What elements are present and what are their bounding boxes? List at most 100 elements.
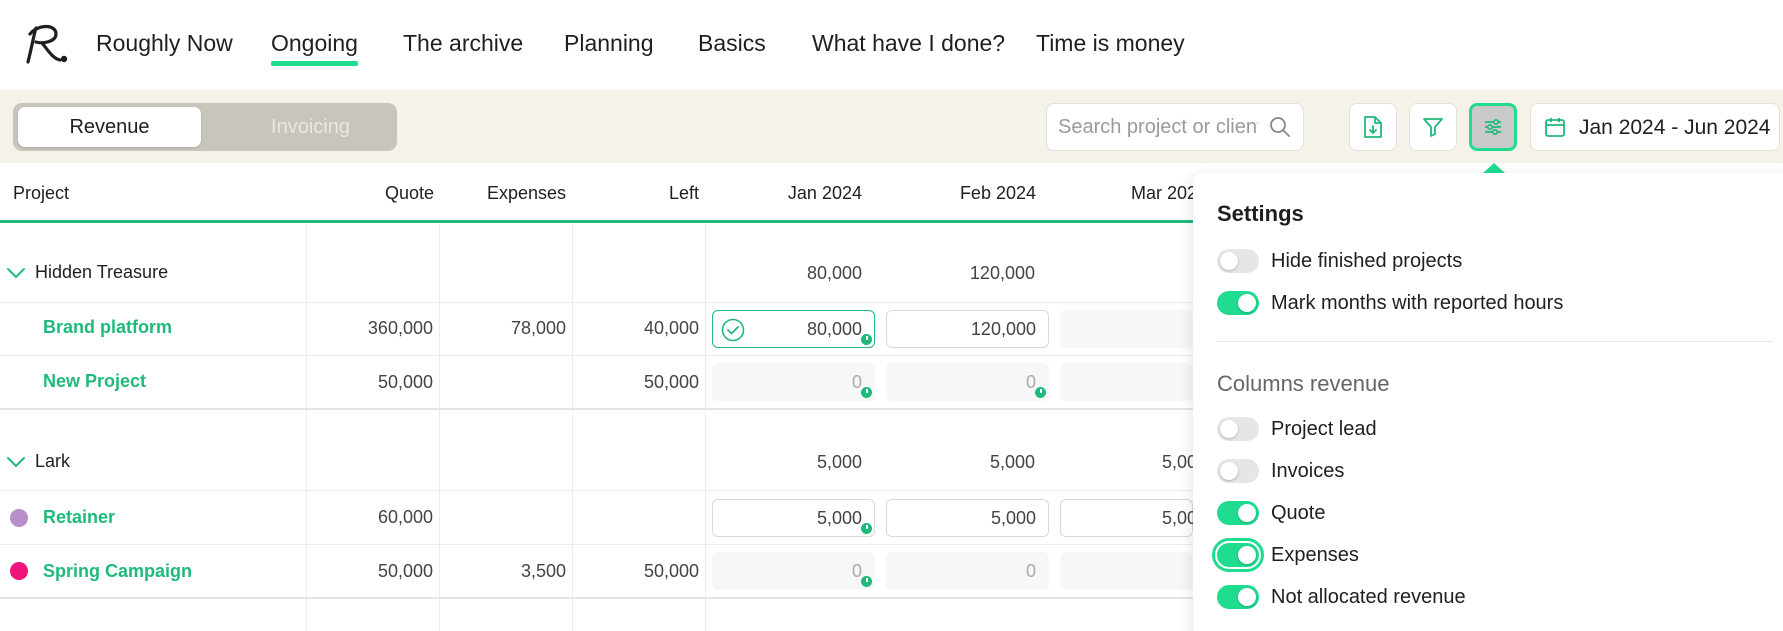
group-total-jan: 80,000: [806, 263, 862, 283]
clock-icon: [861, 387, 872, 398]
project-name-link[interactable]: Spring Campaign: [43, 561, 192, 582]
toggle-switch[interactable]: [1217, 459, 1259, 483]
client-name[interactable]: Lark: [35, 451, 70, 472]
revenue-tab[interactable]: Revenue: [18, 107, 201, 147]
column-divider: [705, 223, 706, 631]
toggle-invoices[interactable]: Invoices: [1217, 457, 1344, 485]
toggle-expenses[interactable]: Expenses: [1212, 538, 1359, 572]
cell-value: 0: [1025, 561, 1036, 581]
cell-value: 0: [1025, 372, 1036, 392]
toggle-label: Project lead: [1271, 417, 1377, 440]
column-divider: [306, 223, 307, 631]
column-header-jan-2024[interactable]: Jan 2024: [788, 183, 862, 204]
client-name[interactable]: Hidden Treasure: [35, 262, 168, 283]
nav-the-archive[interactable]: The archive: [403, 30, 523, 57]
cell-value: 5,000: [816, 508, 862, 528]
search-input[interactable]: [1058, 104, 1258, 150]
quote-value: 360,000: [367, 318, 433, 338]
toggle-switch[interactable]: [1217, 417, 1259, 441]
settings-popover: Settings Hide finished projects Mark mon…: [1193, 173, 1783, 631]
toggle-label: Expenses: [1271, 543, 1359, 566]
clock-icon: [861, 576, 872, 587]
toolbar: Revenue Invoicing Search project or clie…: [0, 90, 1783, 163]
revenue-cell-mar[interactable]: [1060, 363, 1193, 401]
nav-roughly-now[interactable]: Roughly Now: [96, 30, 233, 57]
app-logo[interactable]: [22, 22, 70, 66]
columns-revenue-heading: Columns revenue: [1217, 371, 1390, 396]
nav-ongoing[interactable]: Ongoing: [271, 30, 358, 66]
nav-planning[interactable]: Planning: [564, 30, 654, 57]
revenue-cell-jan[interactable]: 5,000: [712, 499, 875, 537]
revenue-cell-mar[interactable]: [1060, 310, 1193, 348]
left-value: 40,000: [643, 318, 699, 338]
revenue-cell-feb[interactable]: 0: [886, 363, 1049, 401]
toggle-label: Hide finished projects: [1271, 249, 1463, 272]
cell-value: 120,000: [970, 319, 1036, 339]
column-header-project[interactable]: Project: [13, 183, 69, 204]
revenue-cell-jan[interactable]: 80,000: [712, 310, 875, 348]
toggle-project-lead[interactable]: Project lead: [1217, 415, 1377, 443]
revenue-cell-mar[interactable]: 5,000: [1060, 499, 1207, 537]
toggle-switch[interactable]: [1217, 291, 1259, 315]
revenue-cell-feb[interactable]: 5,000: [886, 499, 1049, 537]
clock-icon: [1035, 387, 1046, 398]
search-icon[interactable]: [1269, 116, 1291, 138]
column-divider: [439, 223, 440, 631]
revenue-cell-jan[interactable]: 0: [712, 552, 875, 590]
settings-button[interactable]: [1469, 103, 1517, 151]
column-header-expenses[interactable]: Expenses: [487, 183, 566, 204]
toggle-label: Invoices: [1271, 459, 1345, 482]
chevron-down-icon[interactable]: [6, 455, 26, 469]
toggle-mark-months-reported-hours[interactable]: Mark months with reported hours: [1217, 289, 1563, 317]
cell-value: 80,000: [806, 319, 862, 339]
left-value: 50,000: [643, 561, 699, 581]
toggle-quote[interactable]: Quote: [1217, 499, 1325, 527]
group-total-feb: 5,000: [989, 452, 1035, 472]
chevron-down-icon[interactable]: [6, 266, 26, 280]
cell-value: 0: [851, 561, 862, 581]
column-header-left[interactable]: Left: [669, 183, 699, 204]
date-range-label: Jan 2024 - Jun 2024: [1579, 116, 1771, 139]
clock-icon: [861, 334, 872, 345]
left-value: 50,000: [643, 372, 699, 392]
quote-value: 60,000: [377, 507, 433, 527]
nav-what-have-i-done[interactable]: What have I done?: [812, 30, 1005, 57]
project-color-dot: [10, 509, 28, 527]
divider: [1217, 341, 1773, 342]
project-name-link[interactable]: Brand platform: [43, 317, 172, 338]
date-range-picker[interactable]: Jan 2024 - Jun 2024: [1530, 103, 1780, 151]
project-color-dot: [10, 562, 28, 580]
file-download-icon: [1364, 116, 1382, 138]
group-total-jan: 5,000: [816, 452, 862, 472]
project-name-link[interactable]: New Project: [43, 371, 146, 392]
toggle-switch[interactable]: [1217, 585, 1259, 609]
settings-title: Settings: [1217, 201, 1304, 226]
toggle-switch[interactable]: [1212, 538, 1264, 572]
toggle-label: Not allocated revenue: [1271, 585, 1466, 608]
cell-value: 5,000: [990, 508, 1036, 528]
invoicing-tab[interactable]: Invoicing: [219, 107, 402, 147]
toggle-not-allocated-revenue[interactable]: Not allocated revenue: [1217, 583, 1466, 611]
toggle-switch[interactable]: [1217, 501, 1259, 525]
nav-basics[interactable]: Basics: [698, 30, 766, 57]
quote-value: 50,000: [377, 561, 433, 581]
top-navigation: Roughly Now Ongoing The archive Planning…: [0, 0, 1783, 90]
expenses-value: 3,500: [520, 561, 566, 581]
column-header-quote[interactable]: Quote: [385, 183, 434, 204]
revenue-cell-feb[interactable]: 120,000: [886, 310, 1049, 348]
revenue-cell-mar[interactable]: [1060, 552, 1193, 590]
revenue-cell-feb[interactable]: 0: [886, 552, 1049, 590]
column-divider: [572, 223, 573, 631]
calendar-icon: [1545, 118, 1565, 137]
revenue-cell-jan[interactable]: 0: [712, 363, 875, 401]
toggle-switch[interactable]: [1217, 249, 1259, 273]
expenses-value: 78,000: [510, 318, 566, 338]
export-button[interactable]: [1349, 103, 1397, 151]
clock-icon: [861, 523, 872, 534]
project-name-link[interactable]: Retainer: [43, 507, 115, 528]
nav-time-is-money[interactable]: Time is money: [1036, 30, 1185, 57]
filter-button[interactable]: [1409, 103, 1457, 151]
toggle-label: Quote: [1271, 501, 1326, 524]
column-header-feb-2024[interactable]: Feb 2024: [960, 183, 1036, 204]
toggle-hide-finished-projects[interactable]: Hide finished projects: [1217, 247, 1462, 275]
